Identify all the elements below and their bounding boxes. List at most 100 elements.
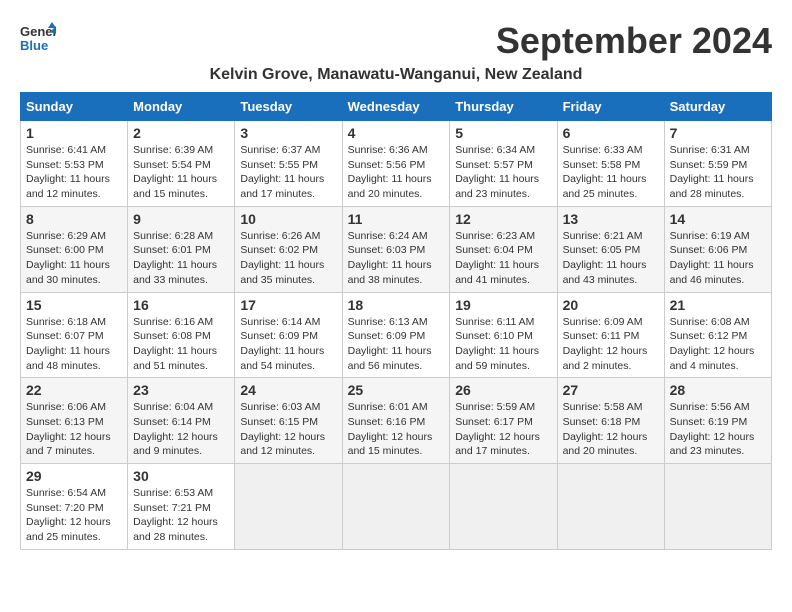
calendar-cell: 4 Sunrise: 6:36 AM Sunset: 5:56 PM Daylig… — [342, 121, 450, 207]
calendar-cell: 3 Sunrise: 6:37 AM Sunset: 5:55 PM Daylig… — [235, 121, 342, 207]
calendar-cell: 7 Sunrise: 6:31 AM Sunset: 5:59 PM Daylig… — [664, 121, 771, 207]
day-info: Sunrise: 6:53 AM Sunset: 7:21 PM Dayligh… — [133, 486, 229, 545]
day-number: 6 — [563, 125, 659, 141]
day-info: Sunrise: 6:03 AM Sunset: 6:15 PM Dayligh… — [240, 400, 336, 459]
calendar-cell: 29 Sunrise: 6:54 AM Sunset: 7:20 PM Dayli… — [21, 464, 128, 550]
calendar-cell — [450, 464, 557, 550]
calendar-cell: 20 Sunrise: 6:09 AM Sunset: 6:11 PM Dayli… — [557, 292, 664, 378]
day-info: Sunrise: 6:04 AM Sunset: 6:14 PM Dayligh… — [133, 400, 229, 459]
calendar-cell: 22 Sunrise: 6:06 AM Sunset: 6:13 PM Dayli… — [21, 378, 128, 464]
day-number: 20 — [563, 297, 659, 313]
calendar-cell: 18 Sunrise: 6:13 AM Sunset: 6:09 PM Dayli… — [342, 292, 450, 378]
subtitle: Kelvin Grove, Manawatu-Wanganui, New Zea… — [20, 66, 772, 84]
calendar-cell: 25 Sunrise: 6:01 AM Sunset: 6:16 PM Dayli… — [342, 378, 450, 464]
day-info: Sunrise: 5:56 AM Sunset: 6:19 PM Dayligh… — [670, 400, 766, 459]
day-info: Sunrise: 5:59 AM Sunset: 6:17 PM Dayligh… — [455, 400, 551, 459]
day-info: Sunrise: 6:06 AM Sunset: 6:13 PM Dayligh… — [26, 400, 122, 459]
calendar-cell: 2 Sunrise: 6:39 AM Sunset: 5:54 PM Daylig… — [128, 121, 235, 207]
calendar-cell: 26 Sunrise: 5:59 AM Sunset: 6:17 PM Dayli… — [450, 378, 557, 464]
calendar-cell: 23 Sunrise: 6:04 AM Sunset: 6:14 PM Dayli… — [128, 378, 235, 464]
calendar-cell: 28 Sunrise: 5:56 AM Sunset: 6:19 PM Dayli… — [664, 378, 771, 464]
calendar-cell: 17 Sunrise: 6:14 AM Sunset: 6:09 PM Dayli… — [235, 292, 342, 378]
day-info: Sunrise: 6:23 AM Sunset: 6:04 PM Dayligh… — [455, 229, 551, 288]
logo: General Blue — [20, 20, 60, 56]
day-number: 24 — [240, 382, 336, 398]
day-number: 29 — [26, 468, 122, 484]
day-number: 18 — [348, 297, 445, 313]
calendar-cell: 12 Sunrise: 6:23 AM Sunset: 6:04 PM Dayli… — [450, 206, 557, 292]
day-number: 25 — [348, 382, 445, 398]
weekday-header-sunday: Sunday — [21, 93, 128, 121]
day-info: Sunrise: 6:13 AM Sunset: 6:09 PM Dayligh… — [348, 315, 445, 374]
weekday-header-wednesday: Wednesday — [342, 93, 450, 121]
day-number: 22 — [26, 382, 122, 398]
day-number: 3 — [240, 125, 336, 141]
weekday-header-thursday: Thursday — [450, 93, 557, 121]
day-number: 13 — [563, 211, 659, 227]
day-number: 7 — [670, 125, 766, 141]
day-info: Sunrise: 6:33 AM Sunset: 5:58 PM Dayligh… — [563, 143, 659, 202]
day-number: 17 — [240, 297, 336, 313]
day-number: 30 — [133, 468, 229, 484]
day-number: 2 — [133, 125, 229, 141]
day-info: Sunrise: 6:31 AM Sunset: 5:59 PM Dayligh… — [670, 143, 766, 202]
calendar-cell: 24 Sunrise: 6:03 AM Sunset: 6:15 PM Dayli… — [235, 378, 342, 464]
day-info: Sunrise: 5:58 AM Sunset: 6:18 PM Dayligh… — [563, 400, 659, 459]
day-info: Sunrise: 6:39 AM Sunset: 5:54 PM Dayligh… — [133, 143, 229, 202]
day-number: 27 — [563, 382, 659, 398]
calendar-cell: 5 Sunrise: 6:34 AM Sunset: 5:57 PM Daylig… — [450, 121, 557, 207]
calendar-cell: 21 Sunrise: 6:08 AM Sunset: 6:12 PM Dayli… — [664, 292, 771, 378]
day-number: 16 — [133, 297, 229, 313]
day-number: 14 — [670, 211, 766, 227]
day-info: Sunrise: 6:28 AM Sunset: 6:01 PM Dayligh… — [133, 229, 229, 288]
calendar-cell: 6 Sunrise: 6:33 AM Sunset: 5:58 PM Daylig… — [557, 121, 664, 207]
calendar-cell: 9 Sunrise: 6:28 AM Sunset: 6:01 PM Daylig… — [128, 206, 235, 292]
calendar-cell: 27 Sunrise: 5:58 AM Sunset: 6:18 PM Dayli… — [557, 378, 664, 464]
calendar-cell — [342, 464, 450, 550]
day-number: 12 — [455, 211, 551, 227]
day-info: Sunrise: 6:24 AM Sunset: 6:03 PM Dayligh… — [348, 229, 445, 288]
weekday-header-friday: Friday — [557, 93, 664, 121]
calendar-cell — [664, 464, 771, 550]
day-info: Sunrise: 6:14 AM Sunset: 6:09 PM Dayligh… — [240, 315, 336, 374]
calendar-cell: 14Sunrise: 6:19 AM Sunset: 6:06 PM Dayli… — [664, 206, 771, 292]
day-number: 19 — [455, 297, 551, 313]
calendar-cell — [557, 464, 664, 550]
day-number: 8 — [26, 211, 122, 227]
calendar-cell: 11 Sunrise: 6:24 AM Sunset: 6:03 PM Dayli… — [342, 206, 450, 292]
weekday-header-tuesday: Tuesday — [235, 93, 342, 121]
weekday-header-saturday: Saturday — [664, 93, 771, 121]
day-info: Sunrise: 6:18 AM Sunset: 6:07 PM Dayligh… — [26, 315, 122, 374]
day-number: 4 — [348, 125, 445, 141]
day-info: Sunrise: 6:16 AM Sunset: 6:08 PM Dayligh… — [133, 315, 229, 374]
day-number: 10 — [240, 211, 336, 227]
svg-text:Blue: Blue — [20, 38, 48, 53]
day-info: Sunrise: 6:36 AM Sunset: 5:56 PM Dayligh… — [348, 143, 445, 202]
calendar-cell: 8 Sunrise: 6:29 AM Sunset: 6:00 PM Daylig… — [21, 206, 128, 292]
day-info: Sunrise: 6:09 AM Sunset: 6:11 PM Dayligh… — [563, 315, 659, 374]
day-number: 23 — [133, 382, 229, 398]
weekday-header-monday: Monday — [128, 93, 235, 121]
calendar-cell: 10Sunrise: 6:26 AM Sunset: 6:02 PM Dayli… — [235, 206, 342, 292]
calendar-cell: 19 Sunrise: 6:11 AM Sunset: 6:10 PM Dayli… — [450, 292, 557, 378]
day-info: Sunrise: 6:41 AM Sunset: 5:53 PM Dayligh… — [26, 143, 122, 202]
day-number: 11 — [348, 211, 445, 227]
day-number: 26 — [455, 382, 551, 398]
day-number: 1 — [26, 125, 122, 141]
calendar-cell: 30 Sunrise: 6:53 AM Sunset: 7:21 PM Dayli… — [128, 464, 235, 550]
day-info: Sunrise: 6:29 AM Sunset: 6:00 PM Dayligh… — [26, 229, 122, 288]
day-info: Sunrise: 6:21 AM Sunset: 6:05 PM Dayligh… — [563, 229, 659, 288]
day-info: Sunrise: 6:37 AM Sunset: 5:55 PM Dayligh… — [240, 143, 336, 202]
day-info: Sunrise: 6:54 AM Sunset: 7:20 PM Dayligh… — [26, 486, 122, 545]
day-info: Sunrise: 6:08 AM Sunset: 6:12 PM Dayligh… — [670, 315, 766, 374]
day-info: Sunrise: 6:11 AM Sunset: 6:10 PM Dayligh… — [455, 315, 551, 374]
day-info: Sunrise: 6:34 AM Sunset: 5:57 PM Dayligh… — [455, 143, 551, 202]
calendar-cell — [235, 464, 342, 550]
day-number: 5 — [455, 125, 551, 141]
day-number: 9 — [133, 211, 229, 227]
day-info: Sunrise: 6:01 AM Sunset: 6:16 PM Dayligh… — [348, 400, 445, 459]
day-number: 28 — [670, 382, 766, 398]
calendar-cell: 15 Sunrise: 6:18 AM Sunset: 6:07 PM Dayli… — [21, 292, 128, 378]
day-number: 21 — [670, 297, 766, 313]
day-number: 15 — [26, 297, 122, 313]
